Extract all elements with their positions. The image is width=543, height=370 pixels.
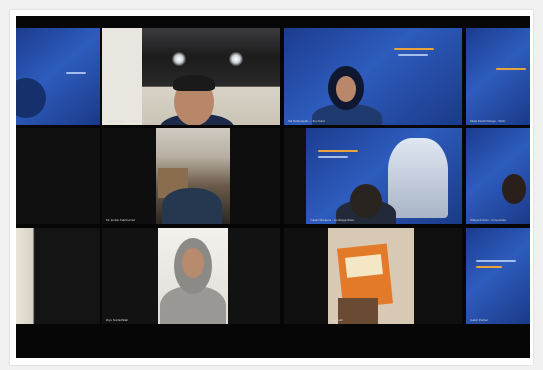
participant-name: Fatimah: [332, 318, 343, 322]
participant-name: Hendra Wijaya — Stmik Rafa Keto: [106, 119, 153, 123]
participant-tile[interactable]: Fatimah: [328, 228, 414, 324]
participant-tile[interactable]: [16, 128, 100, 224]
participant-tile[interactable]: Galuh Pertiwi: [466, 228, 530, 324]
participant-name: Yuliani Maulana - Lembaga Riset: [310, 218, 355, 222]
participant-tile[interactable]: Wahyudi Arief - Universitas: [466, 128, 530, 224]
bottom-toolbar: [16, 347, 530, 358]
participant-tile[interactable]: Hendra Wijaya — Stmik Rafa Keto: [102, 28, 280, 125]
participant-tile[interactable]: [414, 228, 462, 324]
participant-name: Mr. Emilio Fakhrurrazi: [106, 218, 136, 222]
participant-name: Galuh Pertiwi: [470, 318, 488, 322]
participant-tile[interactable]: [284, 128, 306, 224]
participant-tile[interactable]: [284, 228, 328, 324]
participant-name: Wahyudi Arief - Universitas: [470, 218, 506, 222]
participant-tile[interactable]: Riyu Nurfadhilah: [102, 228, 280, 324]
participant-tile[interactable]: Mr. Emilio Fakhrurrazi: [102, 128, 280, 224]
participant-tile[interactable]: [16, 28, 100, 125]
participant-name: Siti Rahmawati — Ibu Nurul: [288, 119, 325, 123]
participant-tile[interactable]: Siti Rahmawati — Ibu Nurul: [284, 28, 462, 125]
participant-tile[interactable]: [16, 228, 100, 324]
top-toolbar: [16, 16, 530, 28]
participant-tile[interactable]: Yuliani Maulana - Lembaga Riset: [306, 128, 462, 224]
participant-name: Mulia Kinah Kitinga - SMA: [470, 119, 505, 123]
participant-tile[interactable]: Mulia Kinah Kitinga - SMA: [466, 28, 530, 125]
participant-name: Riyu Nurfadhilah: [106, 318, 129, 322]
meeting-gallery: Hendra Wijaya — Stmik Rafa Keto Siti Rah…: [16, 16, 530, 358]
